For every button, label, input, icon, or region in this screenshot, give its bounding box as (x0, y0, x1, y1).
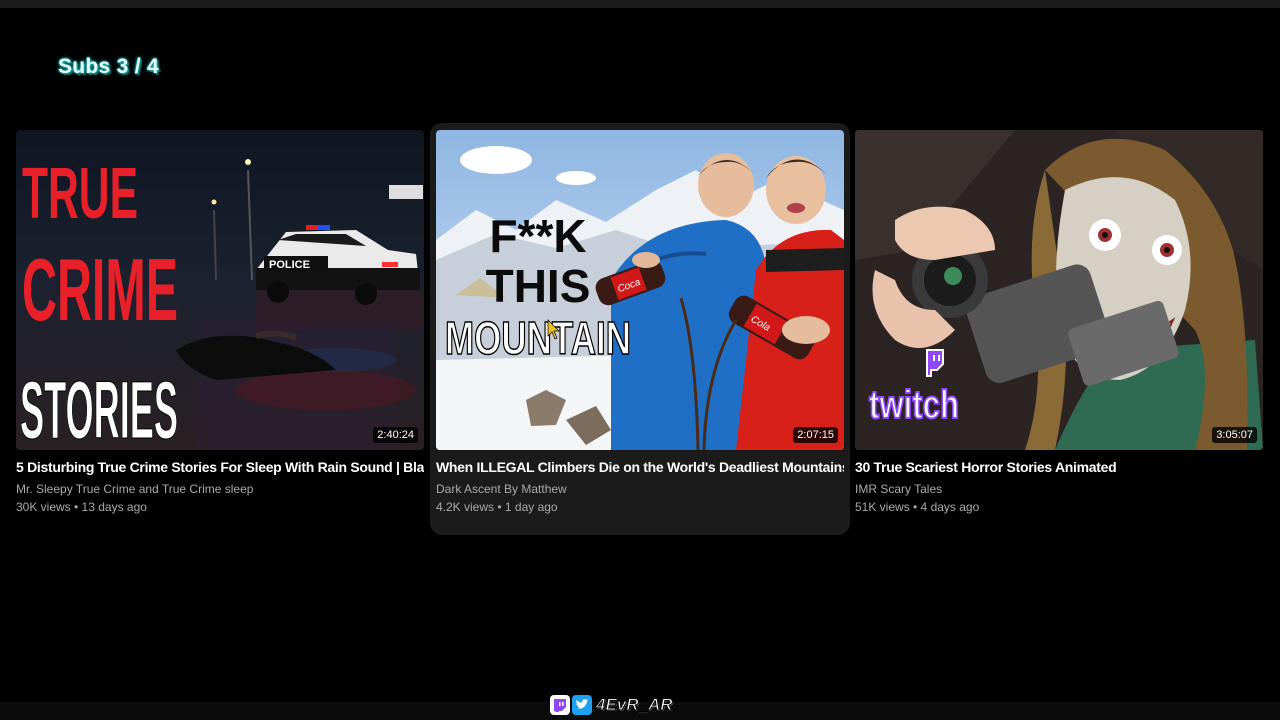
row-title: Subs 3 / 4 (58, 55, 160, 78)
thumb-text-line3: MOUNTAIN (445, 312, 631, 364)
video-duration: 3:05:07 (1212, 427, 1257, 443)
thumb-text-crime: CRIME (22, 240, 178, 339)
channel-name[interactable]: IMR Scary Tales (855, 482, 942, 496)
police-text: POLICE (269, 259, 310, 271)
twitter-icon (572, 695, 592, 715)
video-title[interactable]: 5 Disturbing True Crime Stories For Slee… (16, 459, 424, 475)
twitch-logo-text: twitch (869, 383, 959, 427)
thumb-text-line1: F**K (489, 210, 586, 262)
video-card[interactable]: twitch 3:05:07 30 True Scariest Horror S… (849, 123, 1269, 535)
video-thumbnail[interactable]: POLICE TRUE CRIME STORIES 2:40:24 (16, 130, 424, 450)
video-title[interactable]: 30 True Scariest Horror Stories Animated (855, 459, 1263, 475)
video-duration: 2:07:15 (793, 427, 838, 443)
video-meta: 51K views • 4 days ago (855, 500, 980, 514)
streamer-handle: 4EvR_AR (596, 695, 674, 715)
thumbnail-art: Coca Cola F**K THIS MOUNTAIN (436, 130, 844, 450)
video-thumbnail[interactable]: Coca Cola F**K THIS MOUNTAIN 2:07:15 (436, 130, 844, 450)
twitch-icon (550, 695, 570, 715)
video-card[interactable]: Coca Cola F**K THIS MOUNTAIN 2:07:15 Whe… (430, 123, 850, 535)
video-card[interactable]: POLICE TRUE CRIME STORIES 2:40:24 5 Dist… (10, 123, 430, 535)
top-bar (0, 0, 1280, 8)
video-meta: 30K views • 13 days ago (16, 500, 147, 514)
thumb-text-true: TRUE (22, 154, 138, 234)
video-meta: 4.2K views • 1 day ago (436, 500, 558, 514)
thumb-text-line2: THIS (486, 260, 591, 312)
video-title[interactable]: When ILLEGAL Climbers Die on the World's… (436, 459, 844, 475)
video-thumbnail[interactable]: twitch 3:05:07 (855, 130, 1263, 450)
thumbnail-art: twitch (855, 130, 1263, 450)
video-duration: 2:40:24 (373, 427, 418, 443)
thumbnail-art: POLICE TRUE CRIME STORIES (16, 130, 424, 450)
channel-name[interactable]: Mr. Sleepy True Crime and True Crime sle… (16, 482, 253, 496)
thumb-text-stories: STORIES (20, 365, 178, 450)
channel-name[interactable]: Dark Ascent By Matthew (436, 482, 567, 496)
streamer-watermark: 4EvR_AR (550, 694, 673, 716)
